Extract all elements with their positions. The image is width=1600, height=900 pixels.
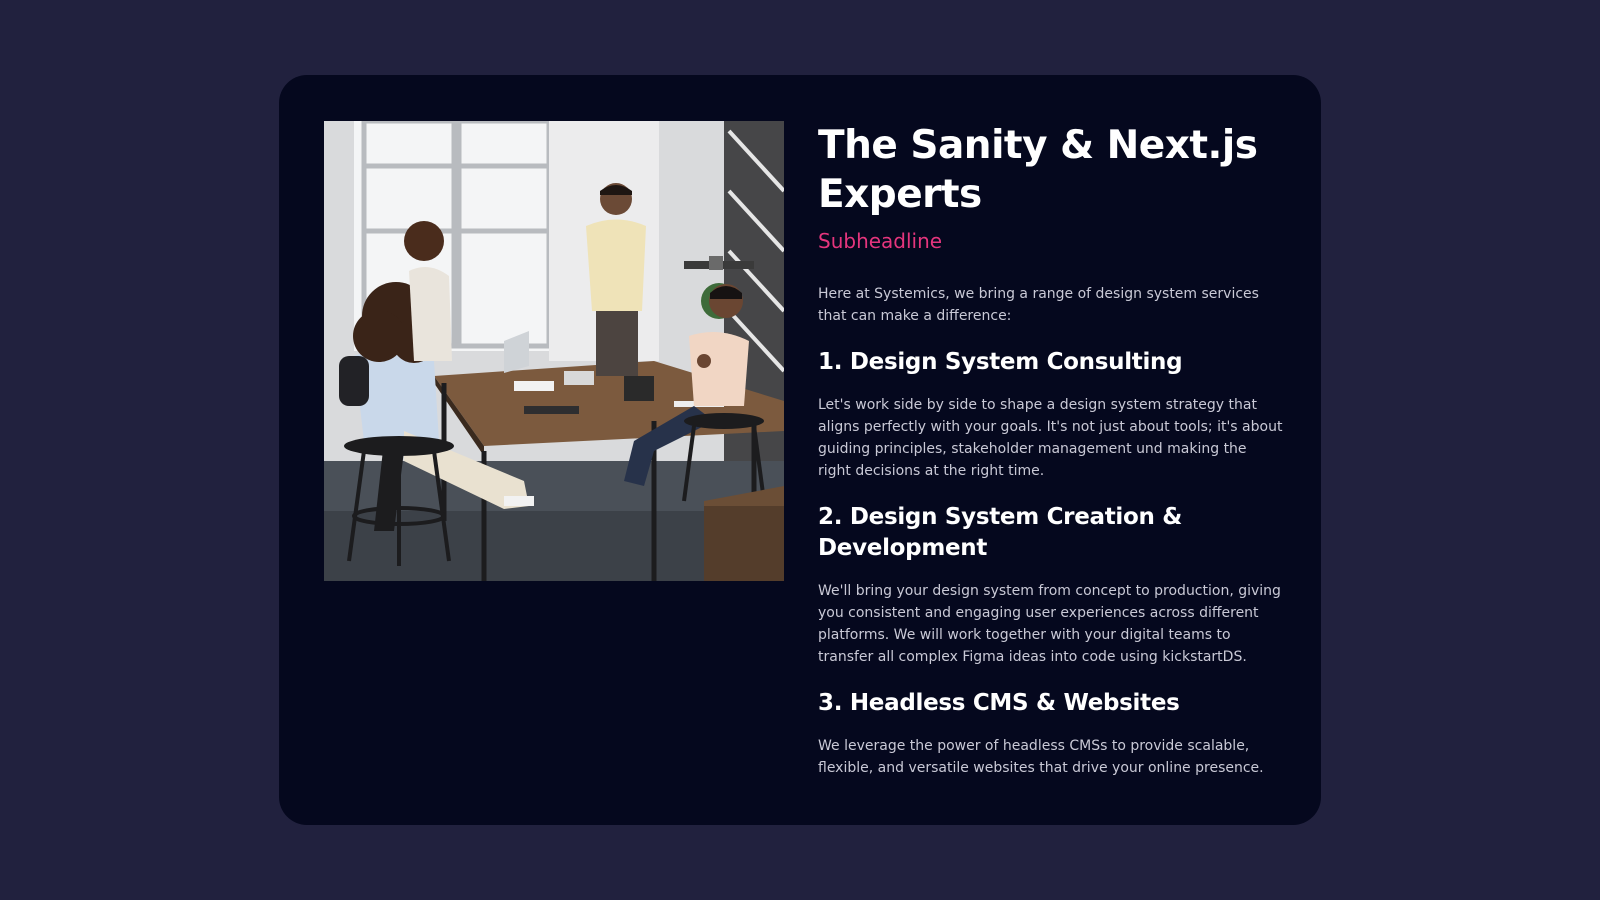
section-body-consulting: Let's work side by side to shape a desig…: [818, 397, 1283, 479]
section-heading-headless-cms: 3. Headless CMS & Websites: [818, 690, 1180, 716]
feature-card: The Sanity & Next.js Experts Subheadline…: [279, 75, 1321, 825]
section-body-creation: We'll bring your design system from conc…: [818, 583, 1281, 665]
section-body-headless-cms: We leverage the power of headless CMSs t…: [818, 738, 1264, 776]
page-title: The Sanity & Next.js Experts: [818, 123, 1258, 217]
content-column: The Sanity & Next.js Experts Subheadline…: [818, 121, 1283, 779]
section-heading-creation: 2. Design System Creation & Development: [818, 504, 1183, 561]
intro-text: Here at Systemics, we bring a range of d…: [818, 286, 1259, 324]
office-team-photo: [324, 121, 784, 581]
section-heading-consulting: 1. Design System Consulting: [818, 349, 1183, 375]
subheadline: Subheadline: [818, 229, 943, 253]
